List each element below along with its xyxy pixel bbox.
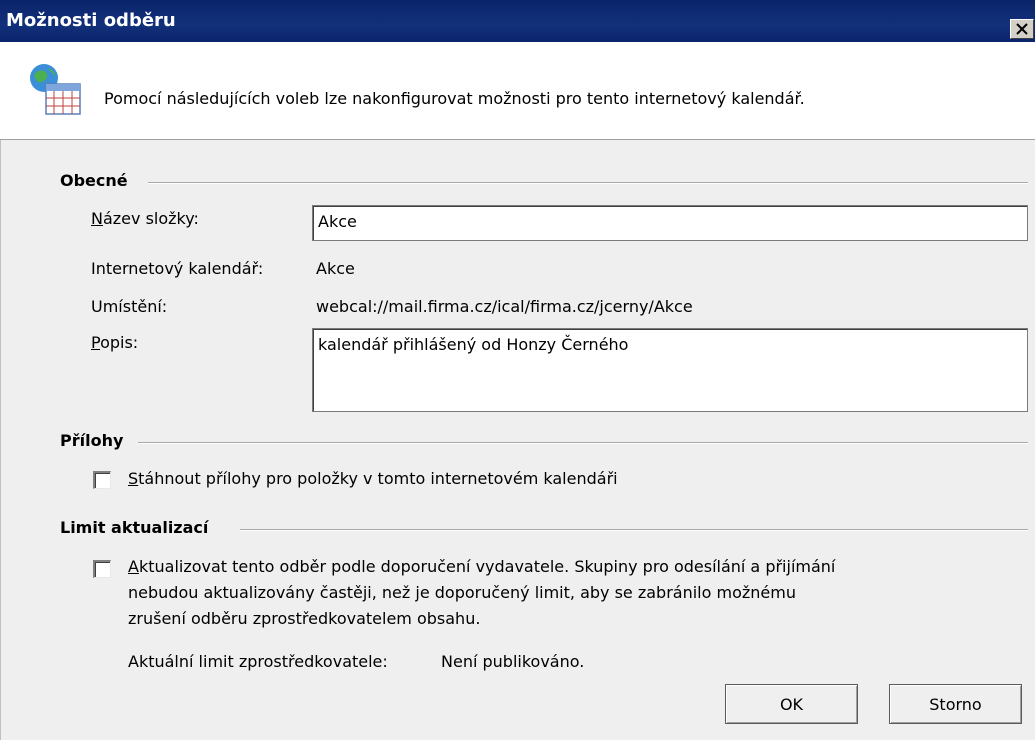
- publisher-recommendation-line2: nebudou aktualizovány častěji, než je do…: [128, 583, 796, 602]
- section-general-heading: Obecné: [60, 171, 128, 190]
- current-limit-label: Aktuální limit zprostředkovatele:: [128, 652, 388, 671]
- section-attachments-divider: [138, 442, 1028, 444]
- dialog-description: Pomocí následujících voleb lze nakonfigu…: [104, 89, 805, 108]
- section-general-divider: [148, 182, 1028, 184]
- ok-button[interactable]: OK: [725, 684, 858, 724]
- folder-name-label: Název složky:: [91, 209, 199, 228]
- current-limit-value: Není publikováno.: [441, 652, 585, 671]
- cancel-button[interactable]: Storno: [889, 684, 1022, 724]
- publisher-recommendation-line3: zrušení odběru zprostředkovatelem obsahu…: [128, 609, 481, 628]
- description-textarea[interactable]: kalendář přihlášený od Honzy Černého: [312, 328, 1028, 412]
- section-attachments-heading: Přílohy: [60, 431, 124, 450]
- folder-name-input[interactable]: Akce: [312, 205, 1028, 241]
- close-button[interactable]: [1010, 19, 1034, 39]
- download-attachments-label: Stáhnout přílohy pro položky v tomto int…: [128, 469, 618, 488]
- download-attachments-checkbox[interactable]: [93, 471, 111, 489]
- publisher-recommendation-line1: Aktualizovat tento odběr podle doporučen…: [128, 557, 836, 576]
- location-value: webcal://mail.firma.cz/ical/firma.cz/jce…: [316, 297, 693, 316]
- title-bar: Možnosti odběru: [0, 0, 1035, 42]
- publisher-recommendation-checkbox[interactable]: [93, 560, 111, 578]
- dialog-header: Pomocí následujících voleb lze nakonfigu…: [0, 42, 1035, 140]
- dialog-left-edge: [0, 140, 13, 740]
- close-icon: [1016, 23, 1028, 35]
- calendar-globe-icon: [28, 62, 84, 122]
- window-title: Možnosti odběru: [6, 10, 176, 31]
- location-label: Umístění:: [91, 297, 168, 316]
- description-label: Popis:: [91, 333, 139, 352]
- internet-calendar-value: Akce: [316, 259, 355, 278]
- internet-calendar-label: Internetový kalendář:: [91, 259, 264, 278]
- section-update-limit-divider: [240, 529, 1028, 531]
- section-update-limit-heading: Limit aktualizací: [60, 518, 209, 537]
